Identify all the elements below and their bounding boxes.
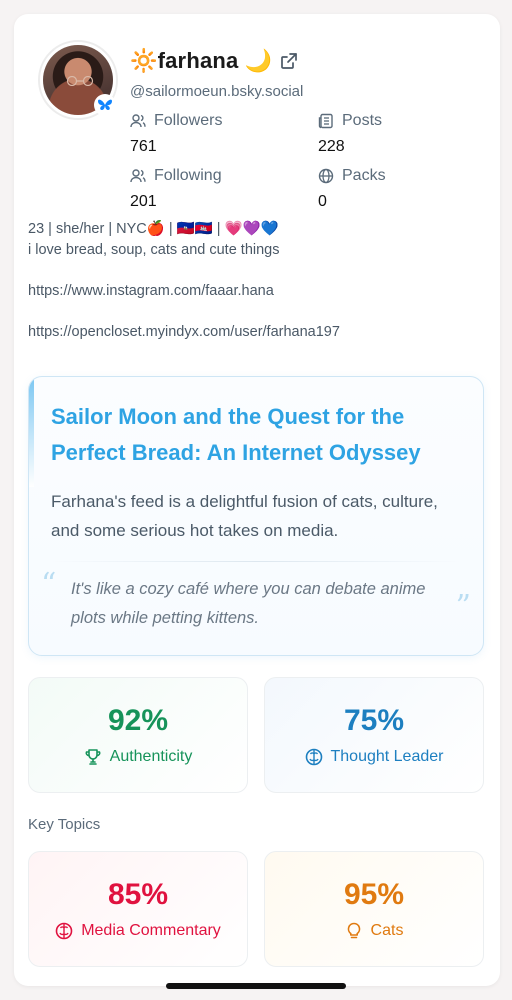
summary-accent-bar	[29, 377, 34, 487]
authenticity-card: 92% Authenticity	[28, 677, 248, 793]
close-quote-icon: ”	[455, 589, 471, 624]
summary-quote: It's like a cozy café where you can deba…	[71, 580, 426, 627]
thought-leader-value: 75%	[343, 704, 405, 737]
followers-label: Followers	[154, 112, 223, 129]
bio-link[interactable]: https://www.instagram.com/faaar.hana	[28, 281, 478, 302]
bio-link[interactable]: https://opencloset.myindyx.com/user/farh…	[28, 322, 478, 343]
cats-label: Cats	[370, 922, 404, 939]
newspaper-icon	[318, 113, 334, 129]
name-row: 🔆farhana 🌙	[130, 48, 298, 74]
posts-label: Posts	[342, 112, 383, 129]
lightbulb-icon	[345, 922, 363, 940]
posts-stat[interactable]: Posts 228	[318, 112, 488, 156]
thought-leader-card: 75% Thought Leader	[264, 677, 484, 793]
authenticity-label: Authenticity	[109, 748, 193, 765]
glasses-graphic	[66, 76, 94, 86]
open-quote-icon: “	[41, 567, 57, 602]
packs-value: 0	[318, 193, 327, 210]
globe-icon	[318, 168, 334, 184]
followers-value: 761	[130, 138, 157, 155]
home-indicator[interactable]	[166, 983, 346, 989]
summary-title: Sailor Moon and the Quest for the Perfec…	[51, 404, 421, 465]
following-stat[interactable]: Following 201	[130, 167, 300, 211]
handle: @sailormoeun.bsky.social	[130, 83, 304, 100]
display-name: 🔆farhana 🌙	[130, 48, 273, 73]
media-commentary-value: 85%	[107, 878, 169, 911]
packs-label: Packs	[342, 167, 386, 184]
media-commentary-label: Media Commentary	[81, 922, 221, 939]
brain-icon	[305, 748, 323, 766]
bio: 23 | she/her | NYC🍎 | 🇭🇹🇰🇭 | 💗💜💙 i love …	[28, 219, 478, 343]
following-value: 201	[130, 193, 157, 210]
users-icon	[130, 168, 146, 184]
cats-card: 95% Cats	[264, 851, 484, 967]
bio-line: i love bread, soup, cats and cute things	[28, 242, 280, 258]
summary-description: Farhana's feed is a delightful fusion of…	[51, 492, 438, 540]
divider	[51, 561, 461, 562]
bio-line: 23 | she/her | NYC🍎 | 🇭🇹🇰🇭 | 💗💜💙	[28, 221, 279, 237]
butterfly-icon	[94, 94, 116, 116]
key-topics-heading: Key Topics	[28, 816, 101, 833]
cats-value: 95%	[343, 878, 405, 911]
summary-card: Sailor Moon and the Quest for the Perfec…	[28, 376, 484, 656]
authenticity-value: 92%	[107, 704, 169, 737]
users-icon	[130, 113, 146, 129]
thought-leader-label: Thought Leader	[330, 748, 444, 765]
avatar[interactable]	[38, 40, 118, 120]
brain-icon	[55, 922, 73, 940]
media-commentary-card: 85% Media Commentary	[28, 851, 248, 967]
posts-value: 228	[318, 138, 345, 155]
following-label: Following	[154, 167, 222, 184]
followers-stat[interactable]: Followers 761	[130, 112, 300, 156]
external-link-icon[interactable]	[280, 52, 298, 70]
trophy-icon	[84, 748, 102, 766]
packs-stat[interactable]: Packs 0	[318, 167, 488, 211]
